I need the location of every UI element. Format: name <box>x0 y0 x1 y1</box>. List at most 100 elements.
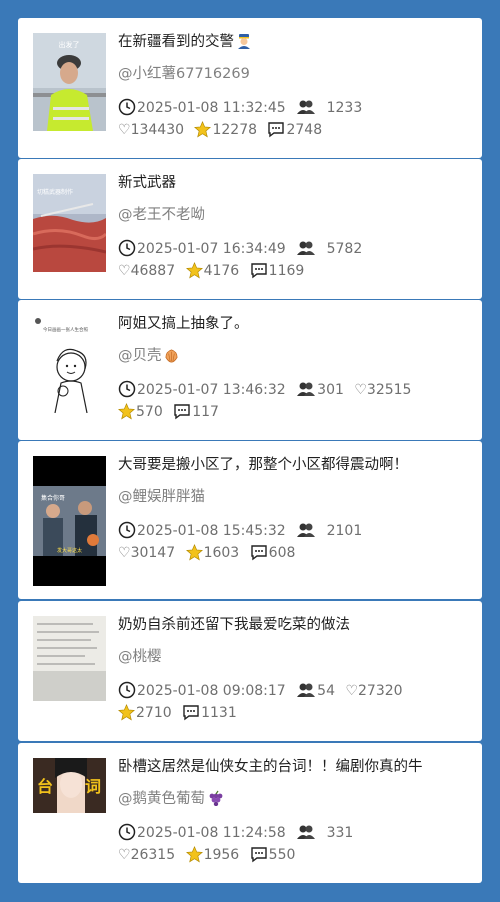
thumbnail-caption: 词 <box>85 777 101 796</box>
thumbnail-caption: 台 <box>37 777 53 796</box>
post-stats: 2025-01-08 11:24:58 331 ♡26315 1956 550 <box>118 822 418 866</box>
post-time: 2025-01-08 15:45:32 <box>118 520 286 542</box>
clock-icon <box>118 521 136 539</box>
star-icon <box>185 543 203 561</box>
post-author[interactable]: @鲤娱胖胖猫 <box>118 486 205 508</box>
post-thumbnail[interactable]: 切糕武器制作 <box>33 174 106 272</box>
favorite-stat: 570 <box>118 401 163 423</box>
thumbnail-image: 集合你哥 发大哥这太 <box>33 456 106 586</box>
post-title[interactable]: 大哥要是搬小区了，那整个小区都得震动啊！ <box>118 454 474 476</box>
post-author-text: @鹅黄色葡萄 <box>118 791 205 807</box>
post-title-text: 阿姐又搞上抽象了。 <box>118 316 249 332</box>
share-stat <box>296 822 316 844</box>
post-author-text: @贝壳 <box>118 348 162 364</box>
star-icon <box>185 845 203 863</box>
share-stat <box>296 520 316 542</box>
like-count: 1233 <box>326 100 363 116</box>
thumbnail-image: 今日画画一张人生合照 <box>33 315 106 413</box>
users-icon <box>297 825 316 839</box>
comment-stat: 2748 <box>267 119 322 141</box>
post-author[interactable]: @小红薯67716269 <box>118 63 250 85</box>
post-stats: 2025-01-08 11:32:45 1233 ♡134430 12278 2… <box>118 97 418 141</box>
view-stat: ♡26315 <box>118 847 176 863</box>
thumbnail-image: 台 词 <box>33 758 106 813</box>
favorite-stat: 4176 <box>185 260 239 282</box>
star-icon <box>118 703 135 721</box>
post-title-text: 新式武器 <box>118 175 176 191</box>
thumbnail-image: 切糕武器制作 <box>33 174 106 272</box>
post-title-text: 卧槽这居然是仙侠女主的台词！！编剧你真的牛 <box>118 759 423 775</box>
view-stat: ♡32515 <box>354 382 412 398</box>
view-stat: ♡46887 <box>118 263 176 279</box>
thumbnail-caption: 出发了 <box>59 40 80 49</box>
thumbnail-image: 出发了 <box>33 33 106 131</box>
post-time: 2025-01-07 16:34:49 <box>118 238 286 260</box>
clock-icon <box>118 823 136 841</box>
thumbnail-image <box>33 616 106 701</box>
users-icon <box>297 100 316 114</box>
post-title-text: 奶奶自杀前还留下我最爱吃菜的做法 <box>118 617 350 633</box>
post-title[interactable]: 卧槽这居然是仙侠女主的台词！！编剧你真的牛 <box>118 756 474 778</box>
post-thumbnail[interactable]: 台 词 <box>33 758 106 813</box>
share-stat <box>296 238 316 260</box>
view-stat: ♡134430 <box>118 122 185 138</box>
comment-stat: 1169 <box>250 260 304 282</box>
post-thumbnail[interactable]: 今日画画一张人生合照 <box>33 315 106 413</box>
like-count: 5782 <box>326 241 363 257</box>
heart-icon: ♡ <box>118 545 131 561</box>
grape-icon <box>207 790 223 813</box>
users-icon <box>297 241 316 255</box>
post-title[interactable]: 阿姐又搞上抽象了。 <box>118 313 474 335</box>
post-card[interactable]: 出发了 在新疆看到的交警 @小红薯67716269 2025-01-08 11:… <box>18 18 482 158</box>
favorite-stat: 12278 <box>194 119 257 141</box>
comment-stat: 550 <box>250 844 295 866</box>
comment-icon <box>250 847 267 863</box>
post-title[interactable]: 在新疆看到的交警 <box>118 31 474 56</box>
post-title-text: 在新疆看到的交警 <box>118 34 234 50</box>
post-author[interactable]: @桃樱 <box>118 646 162 668</box>
thumbnail-caption: 今日画画一张人生合照 <box>43 326 88 333</box>
post-time: 2025-01-08 09:08:17 <box>118 680 286 702</box>
post-author[interactable]: @贝壳 <box>118 345 179 370</box>
like-count: 331 <box>326 825 354 841</box>
post-stats: 2025-01-08 15:45:32 2101 ♡30147 1603 608 <box>118 520 418 564</box>
post-card[interactable]: 集合你哥 发大哥这太 大哥要是搬小区了，那整个小区都得震动啊！ @鲤娱胖胖猫 2… <box>18 441 482 599</box>
clock-icon <box>118 98 136 116</box>
post-stats: 2025-01-07 13:46:32 301 ♡32515 570 117 <box>118 379 418 423</box>
heart-icon: ♡ <box>354 382 367 398</box>
post-thumbnail[interactable]: 集合你哥 发大哥这太 <box>33 456 106 586</box>
star-icon <box>185 261 203 279</box>
users-icon <box>297 382 316 396</box>
comment-icon <box>183 705 199 721</box>
heart-icon: ♡ <box>118 847 131 863</box>
post-title-text: 大哥要是搬小区了，那整个小区都得震动啊！ <box>118 457 408 473</box>
heart-icon: ♡ <box>118 122 131 138</box>
post-thumbnail[interactable] <box>33 616 106 701</box>
post-title[interactable]: 奶奶自杀前还留下我最爱吃菜的做法 <box>118 614 474 636</box>
post-card[interactable]: 切糕武器制作 新式武器 @老王不老呦 2025-01-07 16:34:49 5… <box>18 159 482 299</box>
comment-icon <box>174 404 190 420</box>
post-author[interactable]: @老王不老呦 <box>118 204 205 226</box>
post-author[interactable]: @鹅黄色葡萄 <box>118 788 223 813</box>
comment-icon <box>268 122 285 138</box>
clock-icon <box>118 681 136 699</box>
clock-icon <box>118 239 136 257</box>
thumbnail-caption: 切糕武器制作 <box>37 188 73 196</box>
star-icon <box>194 120 212 138</box>
thumbnail-caption: 集合你哥 <box>41 494 65 502</box>
shell-icon <box>164 348 179 370</box>
like-count: 2101 <box>326 523 363 539</box>
post-card[interactable]: 台 词 卧槽这居然是仙侠女主的台词！！编剧你真的牛 @鹅黄色葡萄 2025-01… <box>18 743 482 883</box>
post-card[interactable]: 奶奶自杀前还留下我最爱吃菜的做法 @桃樱 2025-01-08 09:08:17… <box>18 601 482 741</box>
share-stat <box>296 97 316 119</box>
post-title[interactable]: 新式武器 <box>118 172 474 194</box>
heart-icon: ♡ <box>345 683 358 699</box>
clock-icon <box>118 380 136 398</box>
comment-stat: 608 <box>250 542 295 564</box>
post-thumbnail[interactable]: 出发了 <box>33 33 106 131</box>
post-card[interactable]: 今日画画一张人生合照 阿姐又搞上抽象了。 @贝壳 2025-01-07 13:4… <box>18 300 482 440</box>
post-time: 2025-01-07 13:46:32 <box>118 379 286 401</box>
users-icon <box>297 683 316 697</box>
favorite-stat: 1956 <box>185 844 239 866</box>
favorite-stat: 1603 <box>185 542 239 564</box>
